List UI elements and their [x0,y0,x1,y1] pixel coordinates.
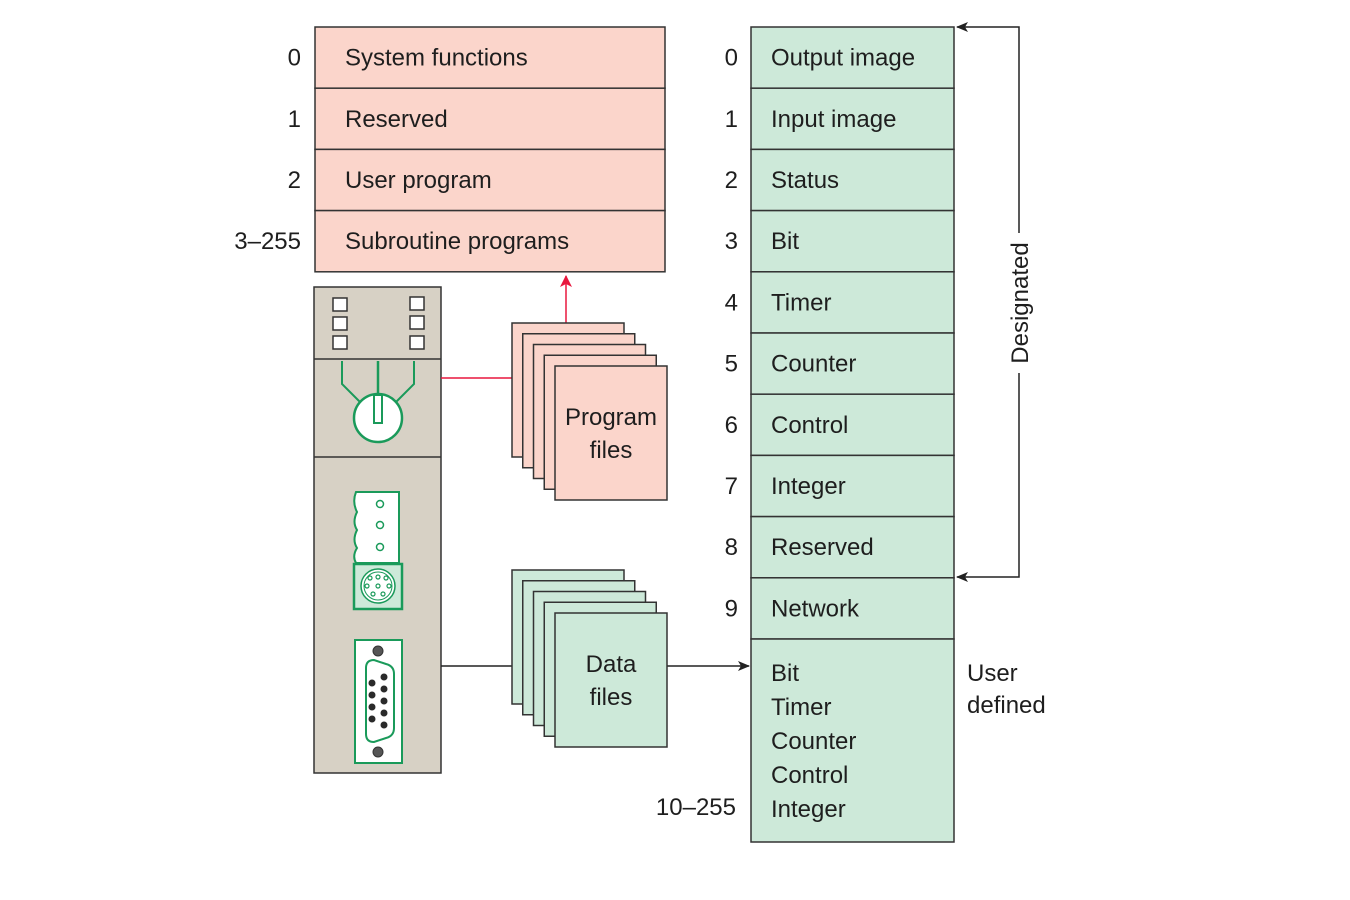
user-defined-item: Control [771,762,848,789]
program-table-row: 1 Reserved [288,87,666,151]
data-row-index: 7 [725,473,738,500]
data-table-row: 8 Reserved [725,515,955,579]
led-indicator-icon [332,316,348,331]
data-table-row: 1 Input image [725,87,955,151]
file-stack-label-line2: files [590,684,633,711]
data-row-label: Integer [771,473,846,500]
data-table-row: 3 Bit [725,209,955,273]
data-row-index: 1 [725,106,738,133]
program-row-label: System functions [345,45,528,72]
data-row-label: Input image [771,106,896,133]
led-indicator-icon [332,335,348,350]
data-table-row: 4 Timer [725,271,955,334]
user-defined-item: Bit [771,660,799,687]
plc-memory-organization-diagram: 0 System functions 1 Reserved 2 User program 3… [234,22,1046,843]
program-files-stack: Program files [511,322,668,501]
program-table-row: 3–255 Subroutine programs [234,209,666,273]
file-sheet [554,365,668,501]
led-indicator-icon [409,296,425,311]
user-defined-label-line1: User [967,660,1018,687]
data-row-label: Output image [771,45,915,72]
data-table-row: 6 Control [725,393,955,457]
data-table-row: 5 Counter [725,332,955,395]
program-table-row: 0 System functions [288,26,666,89]
program-file-table: 0 System functions 1 Reserved 2 User program 3… [234,26,666,273]
data-row-index: 2 [725,167,738,194]
data-table-row: 0 Output image [725,26,955,89]
file-stack-label-line1: Program [565,404,657,431]
data-files-stack: Data files [511,569,668,748]
program-row-label: User program [345,167,492,194]
led-indicator-icon [409,315,425,330]
user-defined-label-line2: defined [967,692,1046,719]
data-row-label: Counter [771,351,856,378]
file-stack-label-line1: Data [586,651,637,678]
data-row-index: 6 [725,412,738,439]
program-row-label: Subroutine programs [345,228,569,255]
data-row-index: 4 [725,289,738,316]
program-row-index: 3–255 [234,228,301,255]
program-row-index: 1 [288,106,301,133]
data-row-index: 5 [725,351,738,378]
db9-serial-port-icon [354,639,403,764]
data-row-label: Reserved [771,534,874,561]
user-defined-item: Timer [771,694,831,721]
mini-din-port-icon [352,562,404,611]
user-defined-item: Counter [771,728,856,755]
file-sheet [554,612,668,748]
plc-processor-module [313,286,442,774]
data-row-index: 3 [725,228,738,255]
program-row-label: Reserved [345,106,448,133]
data-row-index: 0 [725,45,738,72]
led-indicator-icon [332,297,348,312]
designated-bracket: Designated [956,22,1034,582]
data-table-row: 9 Network [725,577,955,640]
led-indicator-icon [409,335,425,350]
user-defined-block: Bit Timer Counter Control Integer 10–255 [656,638,955,843]
data-row-label: Control [771,412,848,439]
designated-label: Designated [1007,242,1034,363]
data-row-label: Status [771,167,839,194]
program-row-index: 0 [288,45,301,72]
data-row-label: Timer [771,289,831,316]
data-row-label: Network [771,595,860,622]
program-row-index: 2 [288,167,301,194]
data-table-row: 2 Status [725,148,955,212]
program-table-row: 2 User program [288,148,666,212]
data-file-table: 0 Output image 1 Input image 2 Status 3 Bit 4 Tim… [656,26,955,843]
data-row-label: Bit [771,228,799,255]
file-stack-label-line2: files [590,437,633,464]
user-defined-index: 10–255 [656,794,736,821]
terminal-block-icon [353,491,400,564]
data-row-index: 9 [725,595,738,622]
data-row-index: 8 [725,534,738,561]
user-defined-item: Integer [771,796,846,823]
data-table-row: 7 Integer [725,454,955,518]
